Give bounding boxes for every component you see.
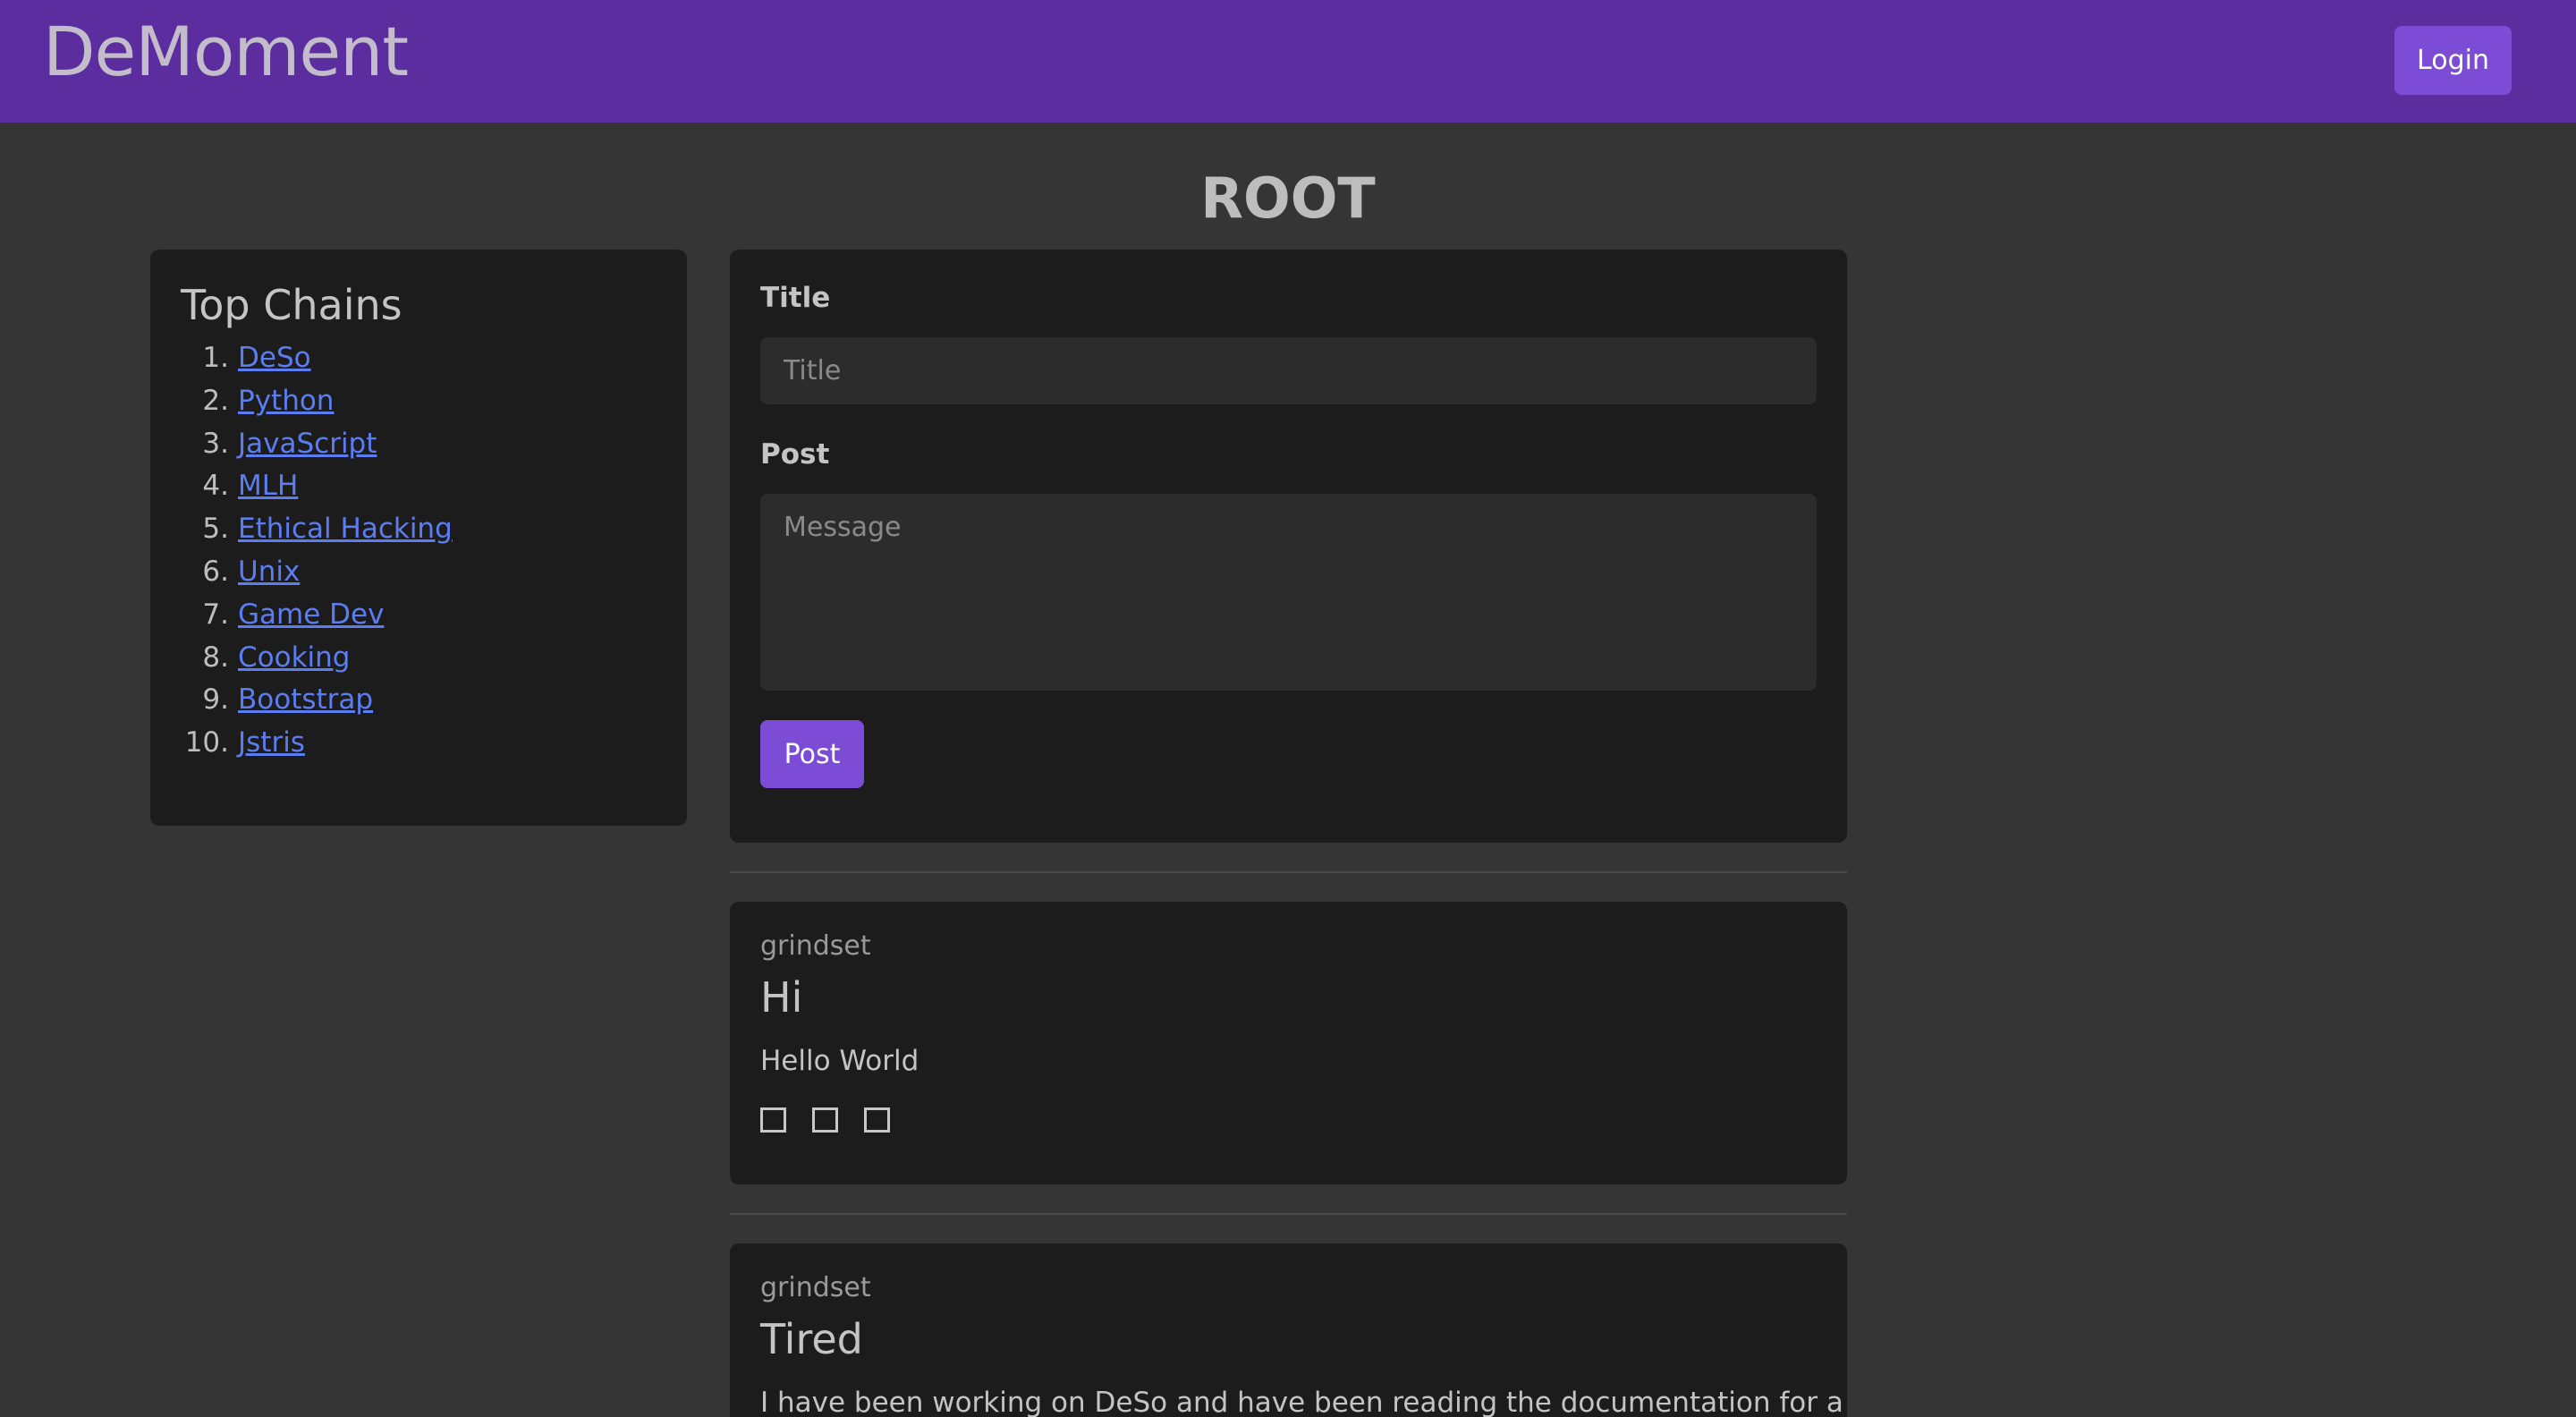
post-author[interactable]: grindset	[760, 1270, 1817, 1306]
chain-number: 10.	[184, 726, 229, 759]
brand-logo[interactable]: DeMoment	[43, 7, 409, 97]
title-label: Title	[760, 282, 831, 314]
top-chains-panel: Top Chains 1. DeSo 2. Python 3. JavaScript …	[150, 250, 687, 826]
chain-link-jstris[interactable]: Jstris	[238, 722, 305, 765]
login-button[interactable]: Login	[2394, 26, 2512, 95]
top-chains-heading: Top Chains	[181, 281, 402, 329]
chain-item: 1. DeSo	[181, 337, 657, 380]
post-composer: Title Post Post	[730, 250, 1847, 843]
chain-number: 6.	[202, 555, 229, 588]
chain-link-deso[interactable]: DeSo	[238, 337, 311, 380]
post-body: Hello World	[760, 1045, 919, 1077]
chain-item: 7. Game Dev	[181, 594, 657, 637]
message-input[interactable]	[760, 494, 1817, 691]
reaction-checkbox-icon[interactable]	[864, 1107, 890, 1133]
chain-number: 5.	[202, 513, 229, 546]
top-chains-list: 1. DeSo 2. Python 3. JavaScript 4. MLH 5. Eth…	[181, 337, 657, 765]
chain-item: 4. MLH	[181, 465, 657, 508]
chain-link-cooking[interactable]: Cooking	[238, 637, 350, 680]
chain-item: 8. Cooking	[181, 637, 657, 680]
chain-link-mlh[interactable]: MLH	[238, 465, 298, 508]
post-label: Post	[760, 438, 830, 471]
chain-item: 5. Ethical Hacking	[181, 508, 657, 551]
post-card[interactable]: grindset Tired I have been working on De…	[730, 1243, 1847, 1417]
reaction-checkbox-icon[interactable]	[760, 1107, 786, 1133]
chain-link-game-dev[interactable]: Game Dev	[238, 594, 384, 637]
title-input[interactable]	[760, 337, 1817, 404]
post-title: Tired	[760, 1315, 863, 1363]
chain-number: 1.	[202, 342, 229, 374]
chain-number: 3.	[202, 427, 229, 460]
page-title: ROOT	[1200, 165, 1376, 231]
post-body: I have been working on DeSo and have bee…	[760, 1387, 1847, 1417]
divider	[730, 871, 1847, 873]
chain-link-bootstrap[interactable]: Bootstrap	[238, 679, 373, 722]
chain-item: 6. Unix	[181, 551, 657, 594]
chain-number: 4.	[202, 470, 229, 503]
chain-item: 9. Bootstrap	[181, 679, 657, 722]
reaction-bar	[760, 1107, 1817, 1133]
chain-item: 2. Python	[181, 380, 657, 423]
chain-item: 10. Jstris	[181, 722, 657, 765]
divider	[730, 1213, 1847, 1215]
post-author[interactable]: grindset	[760, 929, 1817, 964]
chain-number: 7.	[202, 598, 229, 631]
post-title: Hi	[760, 973, 803, 1022]
chain-link-python[interactable]: Python	[238, 380, 334, 423]
chain-number: 8.	[202, 641, 229, 674]
post-button[interactable]: Post	[760, 720, 864, 788]
post-card[interactable]: grindset Hi Hello World	[730, 902, 1847, 1184]
chain-link-unix[interactable]: Unix	[238, 551, 300, 594]
reaction-checkbox-icon[interactable]	[812, 1107, 838, 1133]
chain-number: 2.	[202, 384, 229, 417]
chain-link-javascript[interactable]: JavaScript	[238, 423, 377, 466]
chain-item: 3. JavaScript	[181, 423, 657, 466]
chain-link-ethical-hacking[interactable]: Ethical Hacking	[238, 508, 453, 551]
chain-number: 9.	[202, 683, 229, 717]
navbar: DeMoment Login	[0, 0, 2576, 123]
